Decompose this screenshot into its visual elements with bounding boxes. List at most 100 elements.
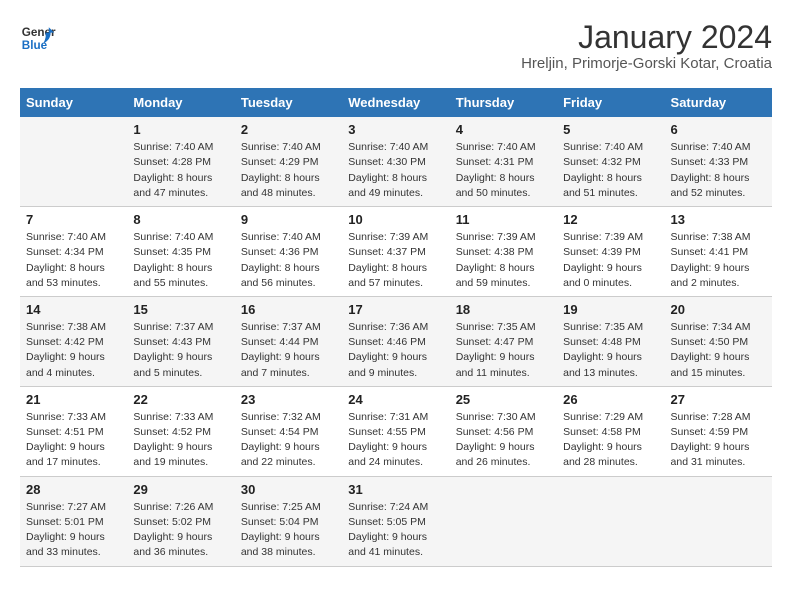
cell-details: Sunrise: 7:40 AMSunset: 4:34 PMDaylight:… [26, 231, 106, 289]
calendar-cell: 15 Sunrise: 7:37 AMSunset: 4:43 PMDayligh… [127, 296, 234, 386]
calendar-week-row: 21Sunrise: 7:33 AMSunset: 4:51 PMDayligh… [20, 386, 772, 476]
calendar-cell: 29 Sunrise: 7:26 AMSunset: 5:02 PMDayligh… [127, 476, 234, 566]
day-number: 2 [241, 122, 336, 137]
day-number: 27 [671, 392, 766, 407]
day-number: 14 [26, 302, 121, 317]
cell-details: Sunrise: 7:40 AMSunset: 4:29 PMDaylight:… [241, 141, 321, 199]
cell-details: Sunrise: 7:38 AMSunset: 4:42 PMDaylight:… [26, 321, 106, 379]
logo: General Blue [20, 20, 56, 56]
day-number: 24 [348, 392, 443, 407]
svg-text:General: General [22, 26, 56, 39]
day-number: 12 [563, 212, 658, 227]
calendar-cell: 9 Sunrise: 7:40 AMSunset: 4:36 PMDaylight… [235, 207, 342, 297]
day-number: 7 [26, 212, 121, 227]
calendar-cell: 2 Sunrise: 7:40 AMSunset: 4:29 PMDaylight… [235, 117, 342, 206]
cell-details: Sunrise: 7:31 AMSunset: 4:55 PMDaylight:… [348, 411, 428, 469]
cell-details: Sunrise: 7:28 AMSunset: 4:59 PMDaylight:… [671, 411, 751, 469]
calendar-cell: 5Sunrise: 7:40 AMSunset: 4:32 PMDaylight… [557, 117, 664, 206]
calendar-week-row: 1 Sunrise: 7:40 AMSunset: 4:28 PMDaylight… [20, 117, 772, 206]
day-number: 22 [133, 392, 228, 407]
cell-details: Sunrise: 7:38 AMSunset: 4:41 PMDaylight:… [671, 231, 751, 289]
cell-details: Sunrise: 7:37 AMSunset: 4:43 PMDaylight:… [133, 321, 213, 379]
calendar-cell: 21Sunrise: 7:33 AMSunset: 4:51 PMDayligh… [20, 386, 127, 476]
cell-details: Sunrise: 7:39 AMSunset: 4:37 PMDaylight:… [348, 231, 428, 289]
page-title: January 2024 [521, 20, 772, 55]
weekday-header-row: SundayMondayTuesdayWednesdayThursdayFrid… [20, 88, 772, 117]
day-number: 1 [133, 122, 228, 137]
calendar-cell: 24 Sunrise: 7:31 AMSunset: 4:55 PMDayligh… [342, 386, 449, 476]
cell-details: Sunrise: 7:32 AMSunset: 4:54 PMDaylight:… [241, 411, 321, 469]
weekday-header: Wednesday [342, 88, 449, 117]
day-number: 23 [241, 392, 336, 407]
day-number: 11 [456, 212, 551, 227]
calendar-cell: 6 Sunrise: 7:40 AMSunset: 4:33 PMDaylight… [665, 117, 772, 206]
calendar-cell: 16 Sunrise: 7:37 AMSunset: 4:44 PMDayligh… [235, 296, 342, 386]
calendar-cell: 12Sunrise: 7:39 AMSunset: 4:39 PMDayligh… [557, 207, 664, 297]
day-number: 30 [241, 482, 336, 497]
cell-details: Sunrise: 7:29 AMSunset: 4:58 PMDaylight:… [563, 411, 643, 469]
cell-details: Sunrise: 7:27 AMSunset: 5:01 PMDaylight:… [26, 501, 106, 559]
title-block: January 2024 Hreljin, Primorje-Gorski Ko… [521, 20, 772, 72]
cell-details: Sunrise: 7:24 AMSunset: 5:05 PMDaylight:… [348, 501, 428, 559]
cell-details: Sunrise: 7:40 AMSunset: 4:30 PMDaylight:… [348, 141, 428, 199]
day-number: 20 [671, 302, 766, 317]
calendar-cell: 22Sunrise: 7:33 AMSunset: 4:52 PMDayligh… [127, 386, 234, 476]
cell-details: Sunrise: 7:37 AMSunset: 4:44 PMDaylight:… [241, 321, 321, 379]
day-number: 28 [26, 482, 121, 497]
day-number: 19 [563, 302, 658, 317]
calendar-cell: 31 Sunrise: 7:24 AMSunset: 5:05 PMDayligh… [342, 476, 449, 566]
weekday-header: Thursday [450, 88, 557, 117]
day-number: 8 [133, 212, 228, 227]
calendar-cell [665, 476, 772, 566]
calendar-week-row: 7 Sunrise: 7:40 AMSunset: 4:34 PMDaylight… [20, 207, 772, 297]
cell-details: Sunrise: 7:40 AMSunset: 4:36 PMDaylight:… [241, 231, 321, 289]
calendar-cell: 20Sunrise: 7:34 AMSunset: 4:50 PMDayligh… [665, 296, 772, 386]
calendar-cell: 30 Sunrise: 7:25 AMSunset: 5:04 PMDayligh… [235, 476, 342, 566]
calendar-cell [557, 476, 664, 566]
calendar-cell: 14 Sunrise: 7:38 AMSunset: 4:42 PMDayligh… [20, 296, 127, 386]
cell-details: Sunrise: 7:33 AMSunset: 4:51 PMDaylight:… [26, 411, 106, 469]
cell-details: Sunrise: 7:35 AMSunset: 4:48 PMDaylight:… [563, 321, 643, 379]
day-number: 29 [133, 482, 228, 497]
calendar-cell: 25 Sunrise: 7:30 AMSunset: 4:56 PMDayligh… [450, 386, 557, 476]
calendar-week-row: 28 Sunrise: 7:27 AMSunset: 5:01 PMDayligh… [20, 476, 772, 566]
weekday-header: Sunday [20, 88, 127, 117]
weekday-header: Tuesday [235, 88, 342, 117]
cell-details: Sunrise: 7:40 AMSunset: 4:33 PMDaylight:… [671, 141, 751, 199]
cell-details: Sunrise: 7:26 AMSunset: 5:02 PMDaylight:… [133, 501, 213, 559]
day-number: 17 [348, 302, 443, 317]
day-number: 16 [241, 302, 336, 317]
day-number: 13 [671, 212, 766, 227]
day-number: 10 [348, 212, 443, 227]
cell-details: Sunrise: 7:30 AMSunset: 4:56 PMDaylight:… [456, 411, 536, 469]
day-number: 18 [456, 302, 551, 317]
weekday-header: Saturday [665, 88, 772, 117]
cell-details: Sunrise: 7:40 AMSunset: 4:31 PMDaylight:… [456, 141, 536, 199]
calendar-cell: 23 Sunrise: 7:32 AMSunset: 4:54 PMDayligh… [235, 386, 342, 476]
calendar-cell: 26 Sunrise: 7:29 AMSunset: 4:58 PMDayligh… [557, 386, 664, 476]
logo-icon: General Blue [20, 20, 56, 56]
day-number: 31 [348, 482, 443, 497]
cell-details: Sunrise: 7:39 AMSunset: 4:38 PMDaylight:… [456, 231, 536, 289]
calendar-cell: 1 Sunrise: 7:40 AMSunset: 4:28 PMDaylight… [127, 117, 234, 206]
calendar-cell: 19 Sunrise: 7:35 AMSunset: 4:48 PMDayligh… [557, 296, 664, 386]
day-number: 26 [563, 392, 658, 407]
cell-details: Sunrise: 7:25 AMSunset: 5:04 PMDaylight:… [241, 501, 321, 559]
cell-details: Sunrise: 7:40 AMSunset: 4:32 PMDaylight:… [563, 141, 643, 199]
weekday-header: Monday [127, 88, 234, 117]
calendar-cell [450, 476, 557, 566]
day-number: 3 [348, 122, 443, 137]
day-number: 6 [671, 122, 766, 137]
calendar-cell: 7 Sunrise: 7:40 AMSunset: 4:34 PMDaylight… [20, 207, 127, 297]
weekday-header: Friday [557, 88, 664, 117]
calendar-cell [20, 117, 127, 206]
calendar-cell: 10 Sunrise: 7:39 AMSunset: 4:37 PMDayligh… [342, 207, 449, 297]
cell-details: Sunrise: 7:40 AMSunset: 4:28 PMDaylight:… [133, 141, 213, 199]
calendar-cell: 4Sunrise: 7:40 AMSunset: 4:31 PMDaylight… [450, 117, 557, 206]
cell-details: Sunrise: 7:40 AMSunset: 4:35 PMDaylight:… [133, 231, 213, 289]
day-number: 15 [133, 302, 228, 317]
calendar-table: SundayMondayTuesdayWednesdayThursdayFrid… [20, 88, 772, 566]
day-number: 25 [456, 392, 551, 407]
day-number: 9 [241, 212, 336, 227]
svg-text:Blue: Blue [22, 39, 48, 52]
